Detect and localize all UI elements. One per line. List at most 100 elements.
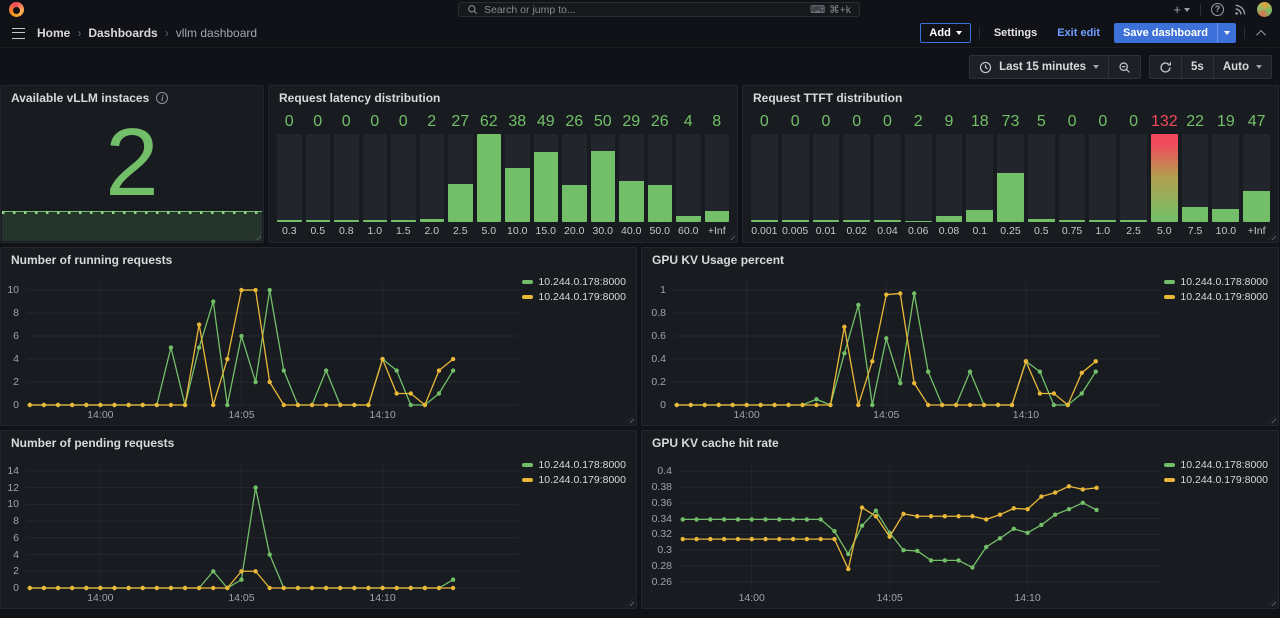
grafana-logo-icon[interactable] bbox=[9, 2, 24, 17]
bar-value: 0 bbox=[782, 112, 809, 134]
data-point bbox=[814, 397, 818, 401]
data-point bbox=[112, 586, 116, 590]
add-button[interactable]: Add bbox=[920, 23, 970, 43]
data-point bbox=[832, 529, 836, 533]
data-point bbox=[1080, 371, 1084, 375]
y-tick-label: 0.4 bbox=[642, 353, 666, 365]
stat-sparkline bbox=[2, 211, 262, 241]
new-button[interactable]: + bbox=[1173, 2, 1190, 17]
save-options-toggle[interactable] bbox=[1217, 23, 1236, 43]
bar-column: 47+Inf bbox=[1243, 112, 1270, 239]
search-input[interactable]: Search or jump to... ⌨ ⌘+k bbox=[458, 2, 860, 17]
data-point bbox=[1067, 507, 1071, 511]
y-tick-label: 0 bbox=[1, 399, 19, 411]
zoom-out-icon bbox=[1118, 61, 1131, 74]
data-point bbox=[800, 403, 804, 407]
news-rss-icon[interactable] bbox=[1234, 3, 1247, 16]
data-point bbox=[940, 403, 944, 407]
bar-track bbox=[936, 134, 963, 222]
data-point bbox=[984, 545, 988, 549]
search-icon bbox=[467, 4, 478, 15]
data-point bbox=[394, 368, 398, 372]
bar-track bbox=[420, 134, 445, 222]
data-point bbox=[884, 336, 888, 340]
bar-value: 0 bbox=[277, 112, 302, 134]
info-icon[interactable]: i bbox=[156, 92, 168, 104]
bar-value: 2 bbox=[420, 112, 445, 134]
collapse-toolbar-icon[interactable] bbox=[1256, 29, 1266, 39]
bar-column: 2650.0 bbox=[648, 112, 673, 239]
data-point bbox=[860, 524, 864, 528]
legend-item[interactable]: 10.244.0.178:8000 bbox=[1164, 276, 1268, 288]
panel-title[interactable]: GPU KV Usage percent bbox=[642, 248, 1278, 272]
data-point bbox=[352, 586, 356, 590]
data-point bbox=[282, 586, 286, 590]
bar-track bbox=[562, 134, 587, 222]
panel-title[interactable]: Request TTFT distribution bbox=[743, 86, 1278, 110]
data-point bbox=[211, 299, 215, 303]
settings-button[interactable]: Settings bbox=[988, 27, 1043, 39]
panel-kv-usage: GPU KV Usage percent 00.20.40.60.8114:00… bbox=[641, 247, 1279, 426]
time-range-picker[interactable]: Last 15 minutes bbox=[970, 56, 1108, 78]
bar-value: 26 bbox=[562, 112, 587, 134]
legend-item[interactable]: 10.244.0.179:8000 bbox=[522, 291, 626, 303]
bar-value: 0 bbox=[813, 112, 840, 134]
exit-edit-button[interactable]: Exit edit bbox=[1051, 27, 1106, 39]
bar-column: 20.06 bbox=[905, 112, 932, 239]
bar-column: 8+Inf bbox=[705, 112, 730, 239]
mega-menu-icon[interactable] bbox=[12, 28, 25, 39]
user-avatar[interactable] bbox=[1257, 2, 1272, 17]
legend-label: 10.244.0.178:8000 bbox=[538, 459, 626, 471]
data-point bbox=[736, 517, 740, 521]
bar-track bbox=[905, 134, 932, 222]
panel-title[interactable]: Number of running requests bbox=[1, 248, 636, 272]
data-point bbox=[253, 485, 257, 489]
bar-column: 460.0 bbox=[676, 112, 701, 239]
legend-item[interactable]: 10.244.0.178:8000 bbox=[1164, 459, 1268, 471]
kv-hit-rate-chart[interactable]: 0.260.280.30.320.340.360.380.414:0014:05… bbox=[642, 455, 1278, 608]
data-point bbox=[239, 569, 243, 573]
save-dashboard-button[interactable]: Save dashboard bbox=[1114, 23, 1236, 43]
panel-running-requests: Number of running requests 024681014:001… bbox=[0, 247, 637, 426]
y-tick-label: 0.8 bbox=[642, 307, 666, 319]
bar-track bbox=[1182, 134, 1209, 222]
help-icon[interactable]: ? bbox=[1211, 3, 1224, 16]
panel-title[interactable]: GPU KV cache hit rate bbox=[642, 431, 1278, 455]
bar-x-label: 0.02 bbox=[843, 222, 870, 239]
legend-item[interactable]: 10.244.0.179:8000 bbox=[522, 474, 626, 486]
refresh-interval[interactable]: 5s bbox=[1181, 56, 1213, 78]
data-point bbox=[169, 586, 173, 590]
bar-fill bbox=[562, 185, 587, 222]
bar-fill bbox=[905, 221, 932, 222]
data-point bbox=[239, 334, 243, 338]
panel-title[interactable]: Number of pending requests bbox=[1, 431, 636, 455]
running-requests-chart[interactable]: 024681014:0014:0514:1010.244.0.178:80001… bbox=[1, 272, 636, 425]
data-point bbox=[42, 586, 46, 590]
shortcut-hint: ⌘+k bbox=[829, 4, 851, 16]
bar-fill bbox=[936, 216, 963, 222]
bar-fill bbox=[363, 220, 388, 222]
bar-x-label: 0.8 bbox=[334, 222, 359, 239]
pending-requests-chart[interactable]: 0246810121414:0014:0514:1010.244.0.178:8… bbox=[1, 455, 636, 608]
panel-title[interactable]: Available vLLM instaces i bbox=[1, 86, 263, 110]
refresh-button[interactable] bbox=[1150, 56, 1181, 78]
bar-fill bbox=[306, 220, 331, 222]
zoom-out-button[interactable] bbox=[1108, 56, 1140, 78]
data-point bbox=[926, 403, 930, 407]
bar-track bbox=[676, 134, 701, 222]
panel-title[interactable]: Request latency distribution bbox=[269, 86, 737, 110]
auto-refresh-picker[interactable]: Auto bbox=[1213, 56, 1271, 78]
legend-item[interactable]: 10.244.0.178:8000 bbox=[522, 459, 626, 471]
legend-item[interactable]: 10.244.0.179:8000 bbox=[1164, 474, 1268, 486]
data-point bbox=[884, 292, 888, 296]
breadcrumb-dashboards[interactable]: Dashboards bbox=[88, 26, 157, 40]
breadcrumb-home[interactable]: Home bbox=[37, 26, 70, 40]
bar-fill bbox=[966, 210, 993, 222]
data-point bbox=[253, 288, 257, 292]
bar-column: 730.25 bbox=[997, 112, 1024, 239]
legend-item[interactable]: 10.244.0.178:8000 bbox=[522, 276, 626, 288]
kv-usage-chart[interactable]: 00.20.40.60.8114:0014:0514:1010.244.0.17… bbox=[642, 272, 1278, 425]
data-point bbox=[338, 403, 342, 407]
data-point bbox=[225, 586, 229, 590]
legend-item[interactable]: 10.244.0.179:8000 bbox=[1164, 291, 1268, 303]
